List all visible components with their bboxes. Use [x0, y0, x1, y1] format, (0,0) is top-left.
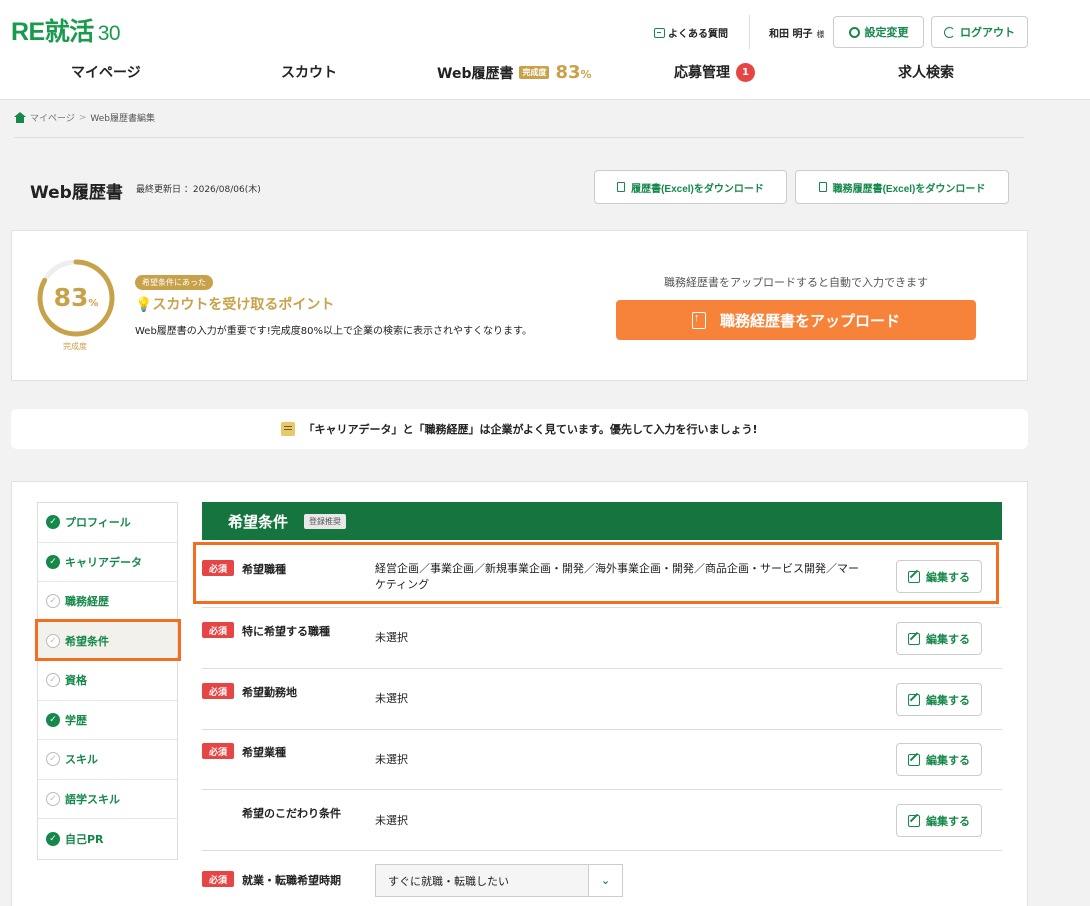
check-icon: ✓ [46, 554, 60, 569]
sidebar-item-language-skills[interactable]: ✓ 語学スキル [38, 780, 177, 819]
completion-badge: 完成度 [519, 66, 550, 79]
edit-button[interactable]: 編集する [896, 743, 982, 776]
check-outline-icon: ✓ [46, 594, 60, 609]
edit-icon [908, 753, 920, 766]
user-name: 和田 明子様 [769, 29, 825, 40]
document-icon [818, 182, 827, 192]
header-divider [749, 15, 750, 49]
completion-label: 完成度 [63, 342, 87, 351]
section-header: 希望条件 登録推奨 [202, 502, 1002, 540]
chevron-down-icon[interactable]: ⌄ [588, 865, 622, 896]
memo-icon [281, 422, 296, 436]
edit-icon [908, 632, 920, 645]
timing-select[interactable]: すぐに就職・転職したい ⌄ [375, 864, 623, 897]
row-specific-job: 必須 特に希望する職種 未選択 編集する [202, 608, 1002, 669]
completion-percent: 83% [53, 283, 99, 312]
row-highlight [193, 542, 999, 604]
sidebar-item-self-pr[interactable]: ✓ 自己PR [38, 819, 177, 859]
banner-text: 「キャリアデータ」と「職務経歴」は企業がよく見ています。優先して入力を行いましょ… [303, 423, 758, 436]
row-industry: 必須 希望業種 未選択 編集する [202, 730, 1002, 790]
document-icon [617, 182, 626, 192]
row-label: 希望業種 [242, 746, 286, 759]
section-sidebar: ✓ プロフィール ✓ キャリアデータ ✓ 職務経歴 ✓ 希望条件 ✓ 資格 ✓ 学歴 ✓ スキ… [37, 502, 178, 860]
required-badge: 必須 [202, 683, 234, 699]
row-value: 未選択 [375, 814, 408, 827]
check-outline-icon: ✓ [46, 791, 60, 806]
sidebar-item-education[interactable]: ✓ 学歴 [38, 701, 177, 740]
applications-count-badge: 1 [736, 62, 755, 82]
last-updated: 最終更新日 ：2026/08/06(木) [136, 185, 261, 195]
page-title: Web履歴書 [30, 183, 123, 203]
nav-job-search[interactable]: 求人検索 [898, 62, 954, 82]
required-badge: 必須 [202, 743, 234, 759]
upload-career-button[interactable]: 職務経歴書をアップロード [616, 300, 976, 340]
edit-icon [908, 814, 920, 827]
breadcrumb-home[interactable]: マイページ [30, 111, 75, 124]
required-badge: 必須 [202, 871, 234, 887]
row-preferences: 希望のこだわり条件 未選択 編集する [202, 790, 1002, 851]
row-value: 未選択 [375, 692, 408, 705]
gear-icon [848, 26, 860, 38]
edit-button[interactable]: 編集する [896, 622, 982, 655]
tip-title: 💡スカウトを受け取るポイント [135, 297, 335, 313]
timing-label: 就業・転職希望時期 [242, 874, 341, 887]
upload-icon [691, 311, 706, 329]
download-career-button[interactable]: 職務履歴書(Excel)をダウンロード [795, 170, 1009, 204]
settings-button[interactable]: 設定変更 [833, 16, 924, 48]
row-label: 希望のこだわり条件 [242, 807, 341, 820]
nav-mypage[interactable]: マイページ [71, 62, 141, 82]
sidebar-item-licenses[interactable]: ✓ 資格 [38, 661, 177, 701]
sidebar-item-career-data[interactable]: ✓ キャリアデータ [38, 543, 177, 582]
breadcrumb-divider [14, 137, 1024, 138]
logout-button[interactable]: ログアウト [931, 16, 1028, 48]
breadcrumb: マイページ > Web履歴書編集 [14, 111, 155, 124]
faq-link[interactable]: よくある質問 [654, 25, 728, 40]
edit-button[interactable]: 編集する [896, 804, 982, 837]
breadcrumb-separator: > [78, 112, 87, 123]
check-icon: ✓ [46, 515, 60, 530]
download-resume-button[interactable]: 履歴書(Excel)をダウンロード [594, 170, 787, 204]
recommended-tag: 登録推奨 [304, 513, 347, 529]
nav-applications[interactable]: 応募管理 1 [674, 62, 755, 82]
site-header: RE就活 30 よくある質問 和田 明子様 設定変更 ログアウト マイページ スカ… [0, 0, 1090, 100]
nav-completion-percent: 83% [555, 62, 592, 83]
sidebar-item-work-history[interactable]: ✓ 職務経歴 [38, 582, 177, 622]
chat-icon [654, 27, 665, 38]
site-logo[interactable]: RE就活 30 [11, 12, 121, 48]
tip-description: Web履歴書の入力が重要です!完成度80%以上で企業の検索に表示されやすくなりま… [135, 326, 533, 337]
row-value: 未選択 [375, 631, 408, 644]
row-label: 特に希望する職種 [242, 625, 330, 638]
edit-button[interactable]: 編集する [896, 683, 982, 716]
upload-note: 職務経歴書をアップロードすると自動で入力できます [664, 276, 928, 289]
sidebar-item-skills[interactable]: ✓ スキル [38, 740, 177, 780]
check-icon: ✓ [46, 712, 60, 727]
info-banner: 「キャリアデータ」と「職務経歴」は企業がよく見ています。優先して入力を行いましょ… [11, 409, 1028, 449]
nav-scout[interactable]: スカウト [281, 62, 337, 82]
required-badge: 必須 [202, 622, 234, 638]
sidebar-selection-highlight [35, 619, 181, 661]
row-label: 希望勤務地 [242, 686, 297, 699]
row-work-location: 必須 希望勤務地 未選択 編集する [202, 669, 1002, 730]
check-icon: ✓ [46, 831, 60, 846]
edit-icon [908, 693, 920, 706]
check-outline-icon: ✓ [46, 752, 60, 767]
row-value: 未選択 [375, 753, 408, 766]
breadcrumb-current: Web履歴書編集 [90, 114, 155, 124]
hint-pill: 希望条件にあった [135, 275, 213, 290]
sidebar-item-profile[interactable]: ✓ プロフィール [38, 503, 177, 543]
logout-icon [944, 26, 955, 38]
section-title: 希望条件 [228, 512, 289, 531]
nav-resume[interactable]: Web履歴書 完成度 83% [437, 62, 592, 83]
home-icon [14, 112, 26, 123]
check-outline-icon: ✓ [46, 673, 60, 688]
